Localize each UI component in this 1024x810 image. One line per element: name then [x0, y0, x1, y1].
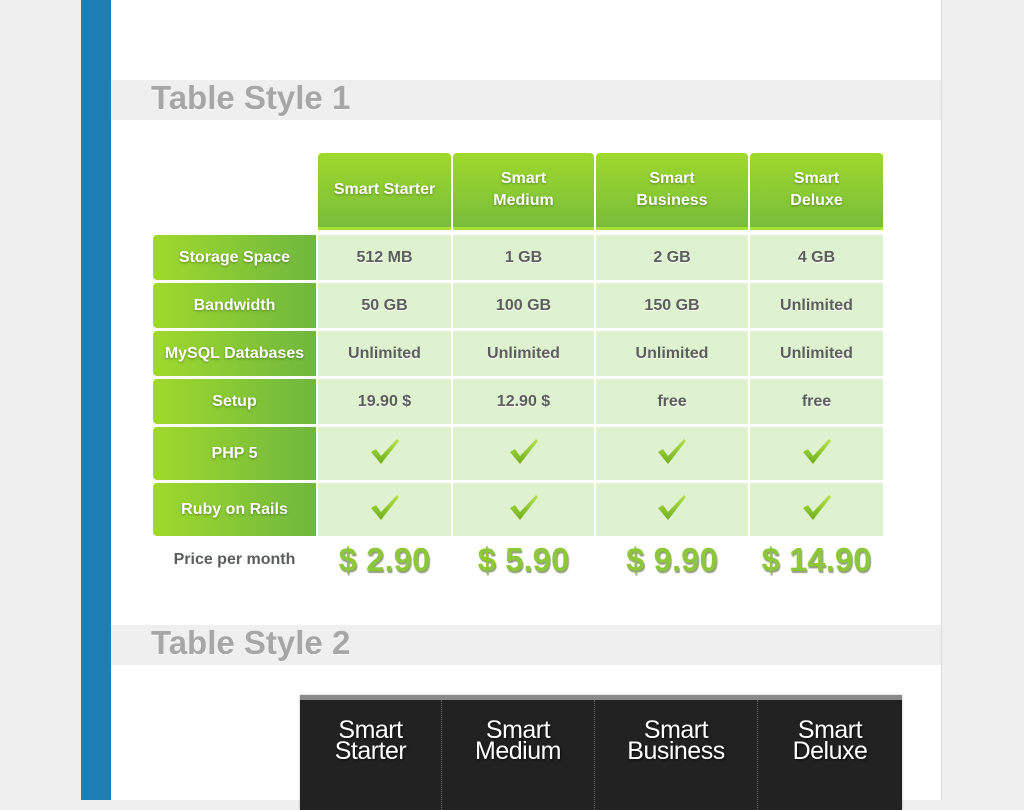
check-icon — [508, 493, 540, 526]
feature-cell — [318, 483, 451, 536]
plan-header-smart-business: Smart Business — [596, 153, 748, 230]
feature-cell — [596, 427, 748, 480]
feature-value: 2 GB — [596, 235, 748, 280]
price-per-month-label: Price per month — [173, 551, 296, 568]
plan-name-line2: Medium — [493, 192, 554, 209]
feature-value: 150 GB — [596, 283, 748, 328]
feature-value: 512 MB — [318, 235, 451, 280]
feature-label: Ruby on Rails — [153, 483, 316, 536]
feature-label: Storage Space — [153, 235, 316, 280]
plan-name-line1: Smart — [649, 170, 695, 187]
feature-cell — [750, 427, 883, 480]
check-icon — [369, 493, 401, 526]
feature-label: Setup — [153, 379, 316, 424]
feature-label: PHP 5 — [153, 427, 316, 480]
feature-cell — [750, 483, 883, 536]
plan-name-line1: Smart — [793, 170, 840, 187]
check-icon — [801, 437, 833, 470]
feature-value: Unlimited — [318, 331, 451, 376]
pricing-table-style-2: Smart Starter Smart Medium Smart Business S… — [300, 695, 902, 810]
feature-value: 100 GB — [453, 283, 594, 328]
check-icon — [656, 493, 688, 526]
plan-name-line2: Deluxe — [792, 737, 868, 765]
plan-name-line2: Medium — [475, 737, 561, 765]
plan-price: $ 5.90 — [477, 541, 570, 578]
check-icon — [508, 437, 540, 470]
feature-label: Bandwidth — [153, 283, 316, 328]
feature-value: Unlimited — [750, 331, 883, 376]
feature-label: MySQL Databases — [153, 331, 316, 376]
check-icon — [801, 493, 833, 526]
plan-price: $ 2.90 — [338, 541, 431, 578]
section-title: Table Style 2 — [151, 624, 351, 661]
plan-header-smart-business: Smart Business — [594, 700, 757, 810]
sidebar-accent-bar — [81, 0, 111, 800]
feature-value: free — [750, 379, 883, 424]
plan-header-smart-starter: Smart Starter — [318, 153, 451, 230]
feature-cell — [318, 427, 451, 480]
plan-header-smart-deluxe: Smart Deluxe — [757, 700, 902, 810]
feature-cell — [453, 427, 594, 480]
feature-value: free — [596, 379, 748, 424]
check-icon — [656, 437, 688, 470]
feature-value: 4 GB — [750, 235, 883, 280]
feature-value: 50 GB — [318, 283, 451, 328]
feature-value: 1 GB — [453, 235, 594, 280]
section-header-2: Table Style 2 — [111, 625, 941, 665]
plan-price: $ 9.90 — [626, 541, 718, 578]
plan-header-smart-medium: Smart Medium — [453, 153, 594, 230]
section-title: Table Style 1 — [151, 79, 351, 116]
feature-value: Unlimited — [596, 331, 748, 376]
plan-header-smart-starter: Smart Starter — [300, 700, 441, 810]
check-icon — [369, 437, 401, 470]
plan-name: Smart Starter — [333, 181, 436, 198]
plan-name-line2: Deluxe — [790, 192, 843, 209]
plan-name-line1: Smart — [500, 170, 547, 187]
feature-cell — [596, 483, 748, 536]
feature-value: Unlimited — [750, 283, 883, 328]
feature-value: 19.90 $ — [318, 379, 451, 424]
plan-name-line2: Business — [636, 192, 708, 209]
plan-header-smart-deluxe: Smart Deluxe — [750, 153, 883, 230]
plan-name-line2: Business — [627, 737, 725, 765]
feature-value: Unlimited — [453, 331, 594, 376]
section-header-1: Table Style 1 — [111, 80, 941, 120]
feature-cell — [453, 483, 594, 536]
plan-header-smart-medium: Smart Medium — [441, 700, 594, 810]
plan-name-line2: Starter — [334, 737, 407, 765]
plan-price: $ 14.90 — [761, 541, 872, 578]
feature-value: 12.90 $ — [453, 379, 594, 424]
